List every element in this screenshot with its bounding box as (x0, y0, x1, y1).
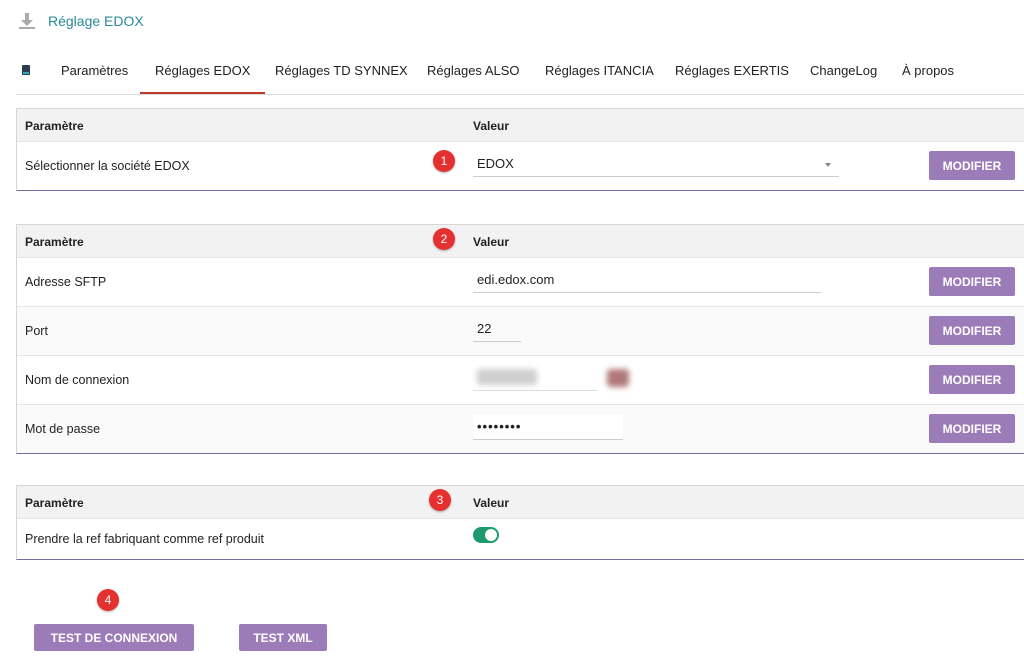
header-value: Valeur (473, 119, 510, 133)
tab-reglages-itancia[interactable]: Réglages ITANCIA (545, 56, 654, 92)
chevron-down-icon (825, 163, 831, 167)
sftp-settings-panel: Paramètre Valeur Adresse SFTP edi.edox.c… (16, 224, 1024, 454)
header-param: Paramètre (25, 119, 84, 133)
download-icon (19, 13, 35, 29)
row-label: Sélectionner la société EDOX (25, 159, 190, 173)
tab-changelog[interactable]: ChangeLog (810, 56, 877, 92)
header-value: Valeur (473, 235, 510, 249)
tab-reglages-exertis[interactable]: Réglages EXERTIS (675, 56, 789, 92)
table-header: Paramètre Valeur (17, 486, 1024, 518)
step-badge: 2 (433, 228, 455, 250)
table-row: Adresse SFTP edi.edox.com MODIFIER (17, 257, 1024, 306)
table-header: Paramètre Valeur (17, 109, 1024, 141)
ref-toggle[interactable] (473, 527, 499, 543)
tab-reglages-td-synnex[interactable]: Réglages TD SYNNEX (275, 56, 408, 92)
header-param: Paramètre (25, 496, 84, 510)
table-header: Paramètre Valeur (17, 225, 1024, 257)
toggle-knob (485, 529, 497, 541)
test-connection-button[interactable]: TEST DE CONNEXION (34, 624, 194, 651)
table-row: Mot de passe •••••••• MODIFIER (17, 404, 1024, 453)
tab-reglages-also[interactable]: Réglages ALSO (427, 56, 520, 92)
select-value: EDOX (477, 156, 514, 171)
page-title: Réglage EDOX (48, 13, 144, 29)
row-label: Adresse SFTP (25, 275, 107, 289)
table-row: Port 22 MODIFIER (17, 306, 1024, 355)
header-value: Valeur (473, 496, 510, 510)
tab-bar: Paramètres Réglages EDOX Réglages TD SYN… (16, 56, 1024, 95)
company-select[interactable]: EDOX (473, 152, 839, 177)
redacted-value (477, 369, 537, 385)
modify-button[interactable]: MODIFIER (929, 365, 1015, 394)
modify-button[interactable]: MODIFIER (929, 151, 1015, 180)
modify-button[interactable]: MODIFIER (929, 316, 1015, 345)
product-settings-panel: Paramètre Valeur Prendre la ref fabriqua… (16, 485, 1024, 560)
port-input[interactable]: 22 (473, 317, 521, 342)
table-row: Prendre la ref fabriquant comme ref prod… (17, 518, 1024, 559)
table-row: Nom de connexion MODIFIER (17, 355, 1024, 404)
book-icon (22, 65, 30, 75)
row-label: Port (25, 324, 48, 338)
test-xml-button[interactable]: TEST XML (239, 624, 327, 651)
step-badge: 3 (429, 489, 451, 511)
sftp-address-input[interactable]: edi.edox.com (473, 268, 821, 293)
tab-reglages-edox[interactable]: Réglages EDOX (140, 56, 266, 94)
step-badge: 4 (97, 589, 119, 611)
tab-a-propos[interactable]: À propos (902, 56, 954, 92)
modify-button[interactable]: MODIFIER (929, 414, 1015, 443)
page-header: Réglage EDOX (18, 10, 144, 32)
company-settings-panel: Paramètre Valeur Sélectionner la société… (16, 108, 1024, 191)
row-label: Nom de connexion (25, 373, 130, 387)
tab-parametres[interactable]: Paramètres (61, 56, 128, 92)
row-label: Prendre la ref fabriquant comme ref prod… (25, 532, 265, 546)
redacted-icon (607, 369, 629, 387)
step-badge: 1 (433, 150, 455, 172)
row-label: Mot de passe (25, 422, 101, 436)
modify-button[interactable]: MODIFIER (929, 267, 1015, 296)
password-input[interactable]: •••••••• (473, 415, 623, 440)
table-row: Sélectionner la société EDOX EDOX MODIFI… (17, 141, 1024, 190)
header-param: Paramètre (25, 235, 84, 249)
